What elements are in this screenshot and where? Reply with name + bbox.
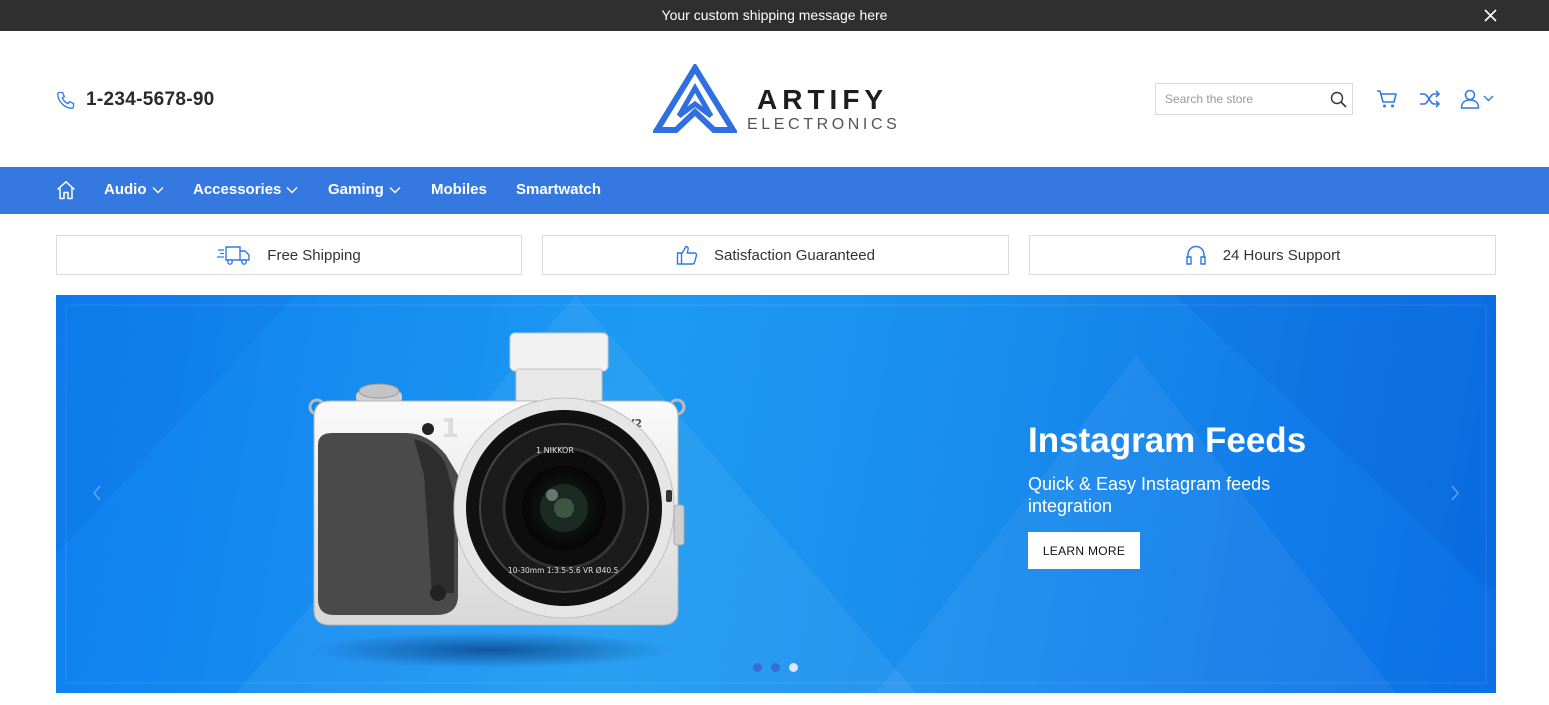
phone-icon	[57, 91, 75, 110]
svg-text:1: 1	[441, 414, 459, 444]
slider-dot-3-active[interactable]	[789, 663, 798, 672]
nav-item-label: Gaming	[328, 181, 384, 198]
compare-shuffle-icon[interactable]	[1419, 89, 1441, 109]
main-navigation: Audio Accessories Gaming Mobiles Smartwa…	[0, 167, 1549, 214]
chevron-down-icon	[286, 186, 298, 193]
nav-item-smartwatch[interactable]: Smartwatch	[516, 181, 601, 198]
cart-icon[interactable]	[1376, 89, 1398, 109]
slide-title: Instagram Feeds	[1028, 421, 1307, 460]
nav-item-audio[interactable]: Audio	[104, 181, 164, 198]
site-logo[interactable]: ARTIFY ELECTRONICS	[653, 64, 903, 136]
nav-item-label: Audio	[104, 181, 147, 198]
slider-dot-2[interactable]	[771, 663, 780, 672]
nav-item-label: Smartwatch	[516, 181, 602, 198]
slider-dot-1[interactable]	[753, 663, 762, 672]
slider-prev-icon[interactable]	[92, 485, 102, 501]
logo-brand: ARTIFY	[757, 84, 889, 115]
site-header: 1-234-5678-90 ARTIFY ELECTRONICS	[0, 31, 1549, 167]
nav-item-gaming[interactable]: Gaming	[328, 181, 401, 198]
home-icon[interactable]	[56, 180, 76, 200]
learn-more-button[interactable]: LEARN MORE	[1028, 532, 1140, 569]
headphones-icon	[1186, 245, 1206, 265]
feature-satisfaction: Satisfaction Guaranteed	[542, 235, 1009, 275]
chevron-down-icon	[152, 186, 163, 193]
account-icon[interactable]	[1460, 89, 1496, 109]
phone-contact[interactable]: 1-234-5678-90	[56, 89, 215, 111]
feature-support: 24 Hours Support	[1029, 235, 1496, 275]
lens-text-top: 1 NIKKOR	[536, 446, 574, 455]
feature-free-shipping: Free Shipping	[56, 235, 522, 275]
feature-label: 24 Hours Support	[1222, 246, 1341, 264]
nav-item-mobiles[interactable]: Mobiles	[431, 181, 487, 198]
nav-item-label: Accessories	[193, 181, 282, 198]
lens-text-bottom: 10-30mm 1:3.5-5.6 VR Ø40.5	[508, 566, 619, 575]
close-icon[interactable]	[1484, 9, 1497, 22]
search-icon[interactable]	[1330, 91, 1347, 108]
feature-label: Free Shipping	[267, 246, 361, 264]
feature-label: Satisfaction Guaranteed	[714, 246, 875, 264]
nav-item-accessories[interactable]: Accessories	[193, 181, 298, 198]
chevron-down-icon	[389, 186, 401, 193]
announcement-message: Your custom shipping message here	[661, 7, 888, 23]
phone-number: 1-234-5678-90	[86, 89, 215, 110]
thumbs-up-icon	[676, 245, 698, 265]
logo-subtitle: ELECTRONICS	[747, 116, 901, 133]
slide-subtitle: Quick & Easy Instagram feeds integration	[1028, 474, 1271, 516]
logo-mark-icon	[653, 64, 737, 133]
nav-item-label: Mobiles	[431, 181, 487, 198]
slider-next-icon[interactable]	[1450, 485, 1460, 501]
hero-slider: 1 V2 1 NIKKOR 10-30mm 1:3.5-5.6 VR Ø40.5…	[56, 295, 1496, 693]
camera-product-image: 1 V2 1 NIKKOR 10-30mm 1:3.5-5.6 VR Ø40.5	[308, 332, 686, 668]
search-box	[1155, 83, 1353, 115]
slider-pagination	[753, 663, 807, 672]
search-input[interactable]	[1156, 84, 1316, 114]
announcement-bar: Your custom shipping message here	[0, 0, 1549, 31]
truck-icon	[217, 246, 250, 265]
